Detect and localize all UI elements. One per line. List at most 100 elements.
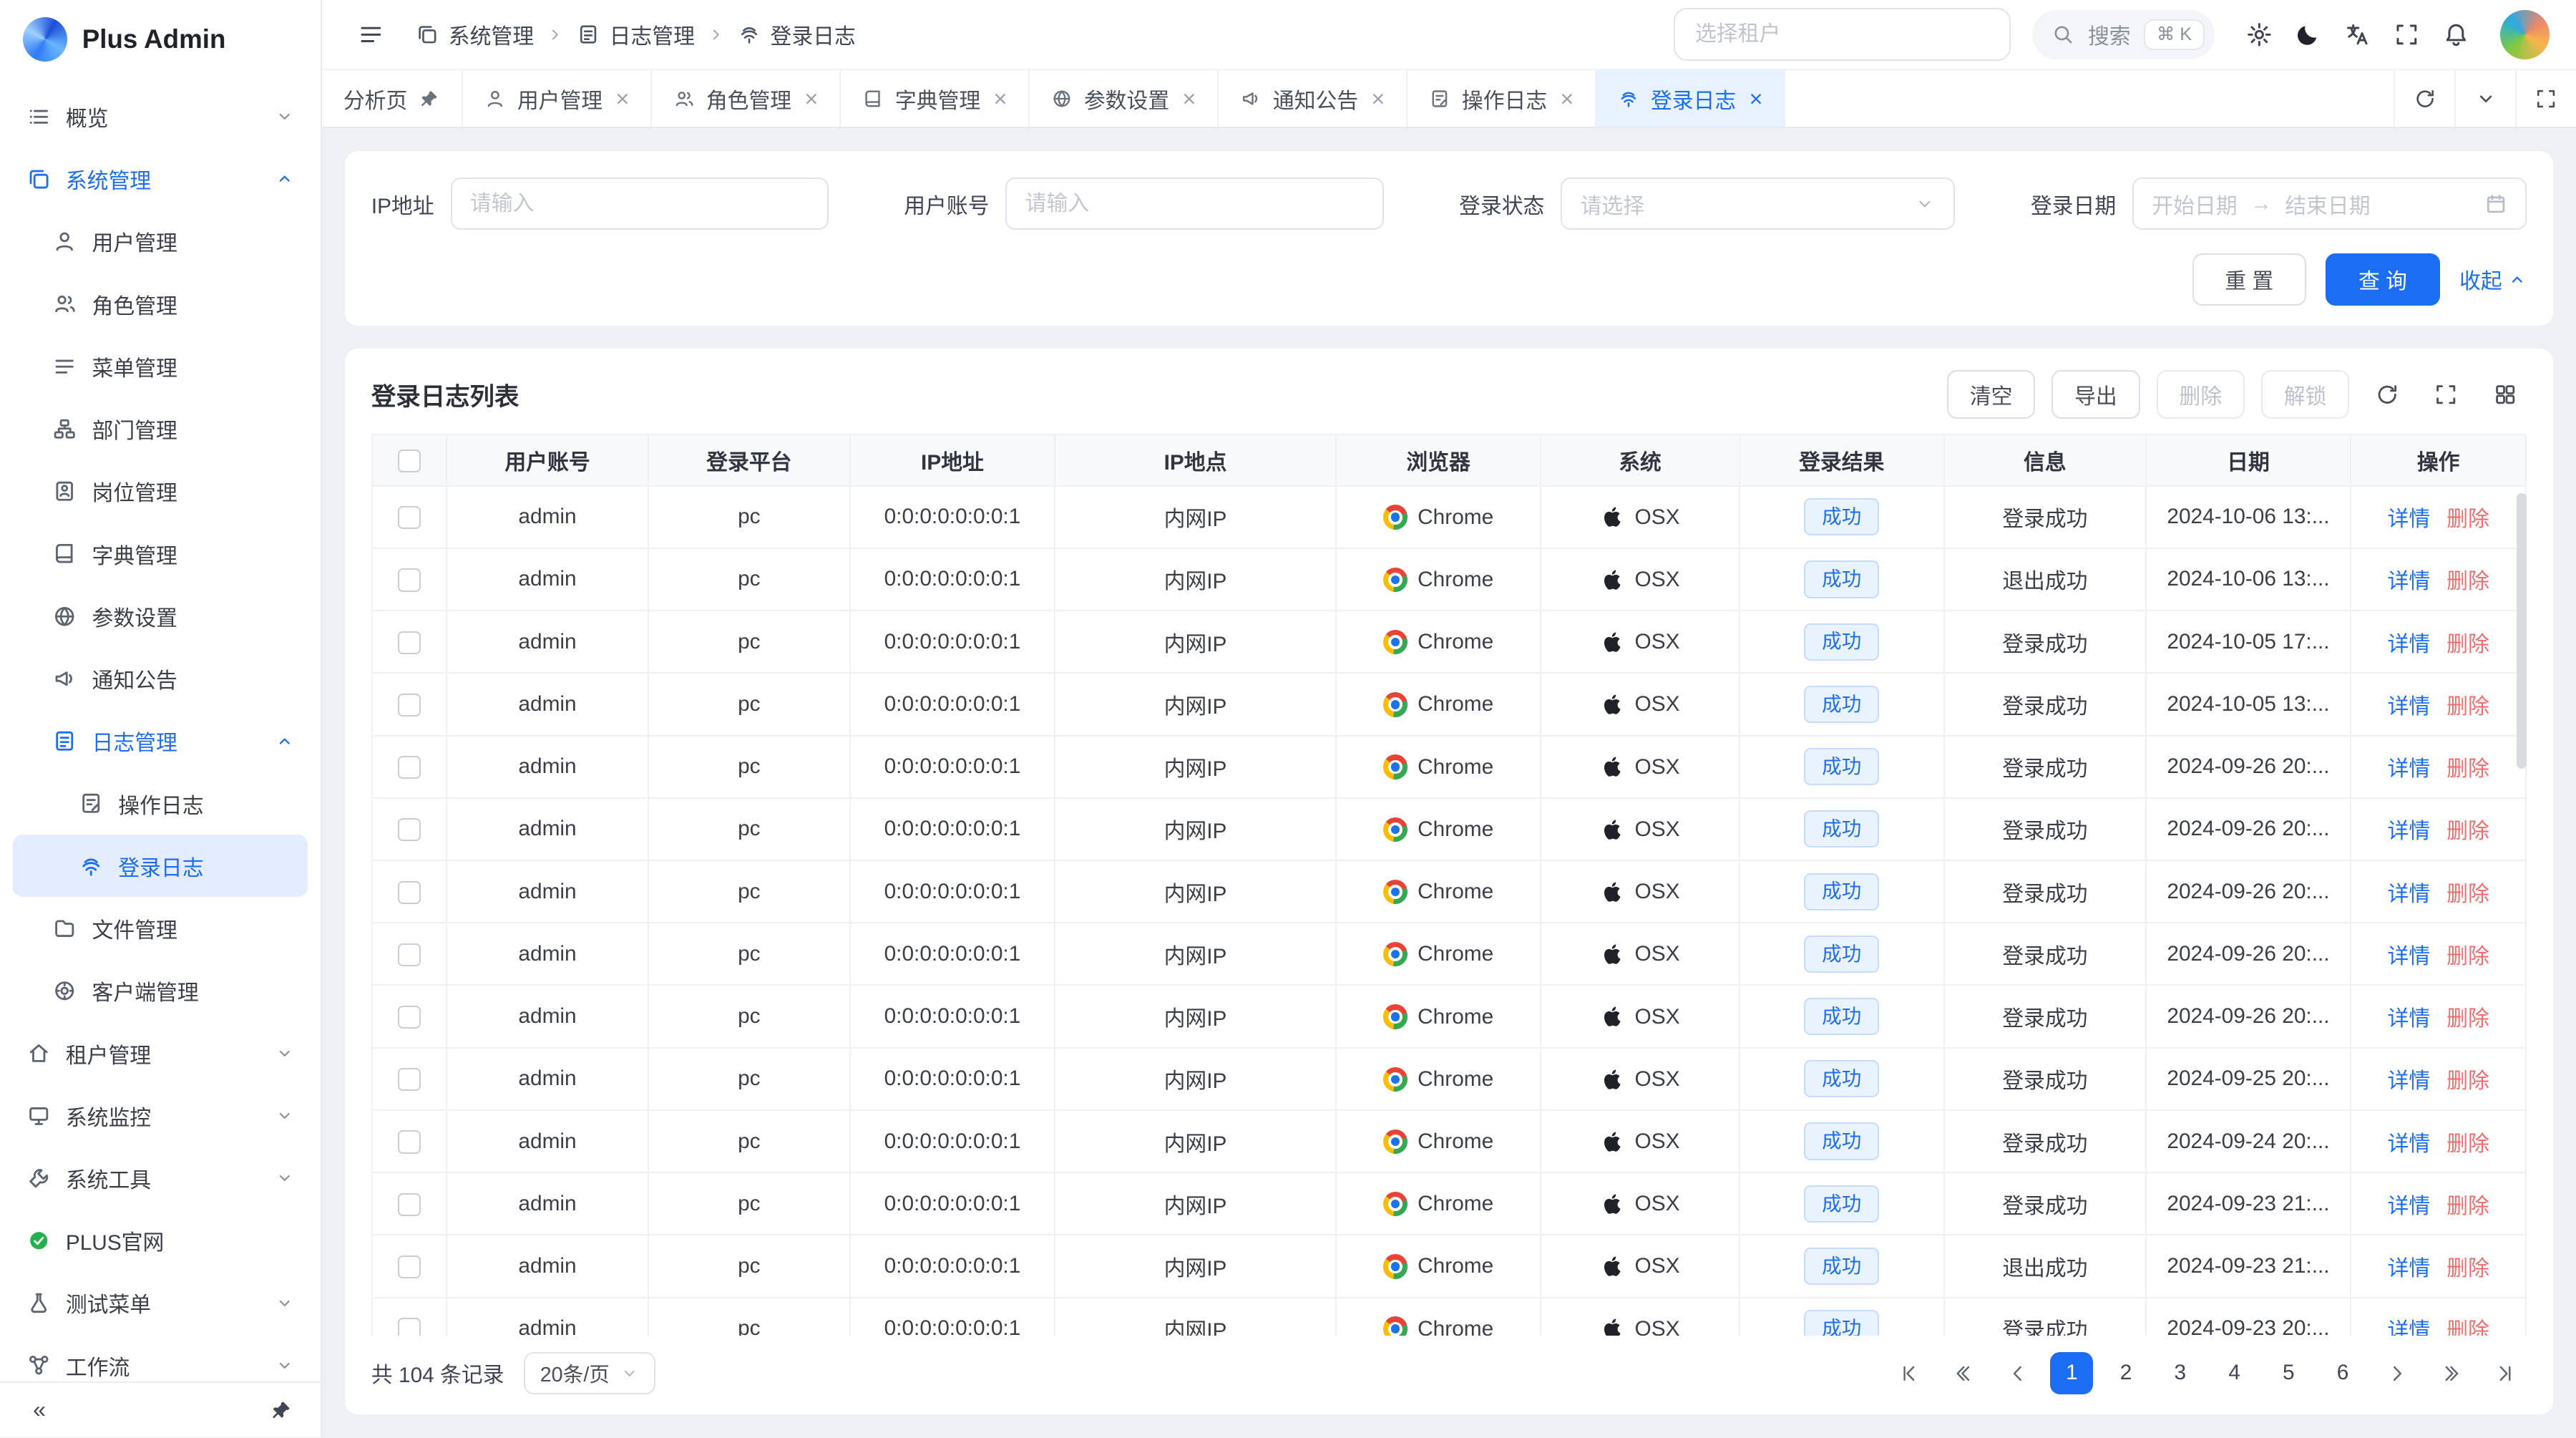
detail-link[interactable]: 详情 (2388, 633, 2431, 656)
pagination-page-3[interactable]: 3 (2159, 1352, 2202, 1395)
account-input[interactable] (1005, 178, 1383, 230)
row-checkbox[interactable] (398, 1006, 421, 1029)
close-tab-icon[interactable]: × (1183, 87, 1196, 110)
fullscreen-button[interactable] (2384, 11, 2429, 57)
sidebar-item-client-mgmt[interactable]: 客户端管理 (13, 960, 307, 1022)
collapse-sidebar-button[interactable]: « (16, 1387, 62, 1433)
delete-link[interactable]: 删除 (2446, 1132, 2489, 1156)
detail-link[interactable]: 详情 (2388, 883, 2431, 906)
detail-link[interactable]: 详情 (2388, 570, 2431, 593)
sidebar-item-sys-tools[interactable]: 系统工具 (13, 1147, 307, 1209)
search-button[interactable]: 查 询 (2326, 253, 2439, 306)
tab-param-settings[interactable]: 参数设置× (1030, 70, 1219, 127)
row-checkbox[interactable] (398, 1193, 421, 1216)
delete-link[interactable]: 删除 (2446, 1069, 2489, 1093)
close-tab-icon[interactable]: × (804, 87, 818, 110)
pagination-next-group[interactable] (2430, 1352, 2473, 1395)
export-button[interactable]: 导出 (2051, 370, 2140, 419)
breadcrumb-item[interactable]: 日志管理 (577, 19, 695, 50)
pagination-prev-group[interactable] (1942, 1352, 1985, 1395)
sidebar-item-plus-site[interactable]: PLUS官网 (13, 1210, 307, 1272)
fullscreen-button[interactable] (2425, 373, 2468, 416)
bell-button[interactable] (2433, 11, 2479, 57)
collapse-filters-link[interactable]: 收起 (2459, 263, 2527, 295)
pagination-prev[interactable] (1996, 1352, 2039, 1395)
close-tab-icon[interactable]: × (1372, 87, 1385, 110)
sidebar-item-log-mgmt[interactable]: 日志管理 (13, 710, 307, 772)
sidebar-item-sys-monitor[interactable]: 系统监控 (13, 1084, 307, 1147)
sidebar-item-notice[interactable]: 通知公告 (13, 647, 307, 709)
detail-link[interactable]: 详情 (2388, 507, 2431, 531)
delete-link[interactable]: 删除 (2446, 820, 2489, 843)
date-range-picker[interactable]: 开始日期 → 结束日期 (2132, 178, 2527, 230)
clear-button[interactable]: 清空 (1947, 370, 2035, 419)
row-checkbox[interactable] (398, 1130, 421, 1153)
sidebar-item-overview[interactable]: 概览 (13, 85, 307, 147)
page-size-select[interactable]: 20条/页 (524, 1352, 655, 1395)
detail-link[interactable]: 详情 (2388, 1195, 2431, 1218)
delete-link[interactable]: 删除 (2446, 507, 2489, 531)
row-checkbox[interactable] (398, 756, 421, 779)
reset-button[interactable]: 重 置 (2192, 253, 2306, 306)
sidebar-item-param-settings[interactable]: 参数设置 (13, 585, 307, 647)
delete-link[interactable]: 删除 (2446, 570, 2489, 593)
delete-link[interactable]: 删除 (2446, 1195, 2489, 1218)
tenant-input[interactable] (1674, 8, 2011, 60)
delete-link[interactable]: 删除 (2446, 695, 2489, 719)
sidebar-item-role-mgmt[interactable]: 角色管理 (13, 273, 307, 335)
chevron-down-button[interactable] (2454, 70, 2515, 127)
sidebar-item-test-menu[interactable]: 测试菜单 (13, 1272, 307, 1334)
pagination-first[interactable] (1888, 1352, 1931, 1395)
pagination-page-2[interactable]: 2 (2104, 1352, 2147, 1395)
settings-button[interactable] (2236, 11, 2282, 57)
sidebar-item-tenant-mgmt[interactable]: 租户管理 (13, 1022, 307, 1084)
status-select[interactable]: 请选择 (1561, 178, 1955, 230)
sidebar-item-login-log[interactable]: 登录日志 (13, 835, 307, 897)
row-checkbox[interactable] (398, 568, 421, 591)
pagination-page-1[interactable]: 1 (2050, 1352, 2093, 1395)
breadcrumb-item[interactable]: 登录日志 (738, 19, 856, 50)
sidebar-item-system-mgmt[interactable]: 系统管理 (13, 148, 307, 210)
sidebar-item-dict-mgmt[interactable]: 字典管理 (13, 523, 307, 585)
detail-link[interactable]: 详情 (2388, 820, 2431, 843)
sidebar-item-file-mgmt[interactable]: 文件管理 (13, 897, 307, 959)
row-checkbox[interactable] (398, 1068, 421, 1091)
delete-button[interactable]: 删除 (2157, 370, 2245, 419)
unlock-button[interactable]: 解锁 (2261, 370, 2349, 419)
user-avatar[interactable] (2500, 10, 2550, 59)
tab-notice[interactable]: 通知公告× (1219, 70, 1407, 127)
detail-link[interactable]: 详情 (2388, 1132, 2431, 1156)
sidebar-item-op-log[interactable]: 操作日志 (13, 772, 307, 835)
row-checkbox[interactable] (398, 881, 421, 904)
translate-button[interactable] (2335, 11, 2381, 57)
delete-link[interactable]: 删除 (2446, 945, 2489, 968)
close-tab-icon[interactable]: × (1750, 87, 1763, 110)
delete-link[interactable]: 删除 (2446, 1257, 2489, 1281)
tab-dict-mgmt[interactable]: 字典管理× (841, 70, 1030, 127)
pagination-next[interactable] (2376, 1352, 2419, 1395)
detail-link[interactable]: 详情 (2388, 1319, 2431, 1335)
sidebar-item-post-mgmt[interactable]: 岗位管理 (13, 460, 307, 523)
refresh-button[interactable] (2394, 70, 2454, 127)
sidebar-item-menu-mgmt[interactable]: 菜单管理 (13, 335, 307, 397)
refresh-button[interactable] (2366, 373, 2409, 416)
close-tab-icon[interactable]: × (994, 87, 1008, 110)
delete-link[interactable]: 删除 (2446, 757, 2489, 781)
fullscreen-button[interactable] (2515, 70, 2576, 127)
columns-button[interactable] (2484, 373, 2527, 416)
tab-role-mgmt[interactable]: 角色管理× (652, 70, 841, 127)
detail-link[interactable]: 详情 (2388, 1069, 2431, 1093)
global-search[interactable]: 搜索 ⌘ K (2032, 10, 2215, 59)
pagination-last[interactable] (2484, 1352, 2527, 1395)
table-scrollbar[interactable] (2517, 493, 2527, 769)
pagination-page-5[interactable]: 5 (2267, 1352, 2310, 1395)
close-tab-icon[interactable]: × (1561, 87, 1574, 110)
detail-link[interactable]: 详情 (2388, 1257, 2431, 1281)
dark-mode-button[interactable] (2285, 11, 2331, 57)
tab-analysis[interactable]: 分析页 (322, 70, 463, 127)
row-checkbox[interactable] (398, 1255, 421, 1278)
detail-link[interactable]: 详情 (2388, 1007, 2431, 1031)
row-checkbox[interactable] (398, 631, 421, 654)
detail-link[interactable]: 详情 (2388, 945, 2431, 968)
row-checkbox[interactable] (398, 943, 421, 966)
